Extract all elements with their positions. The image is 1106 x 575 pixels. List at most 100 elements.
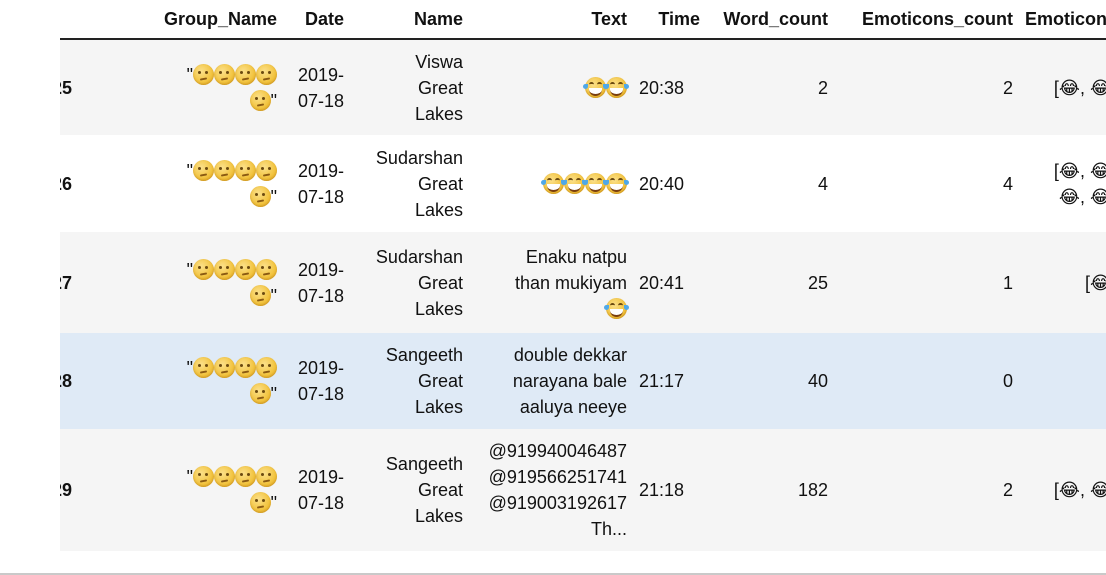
group-name-line: " xyxy=(126,257,277,283)
row-index-label: 29 xyxy=(60,480,73,500)
column-header-time: Time xyxy=(633,0,706,40)
table-row[interactable]: 27 "" 2019- 07-18 Sudarshan Great Lakes Enaku n… xyxy=(60,232,1106,333)
column-header-date: Date xyxy=(283,0,350,40)
tear-left xyxy=(604,179,609,185)
table-row[interactable]: 26""2019-07-18SudarshanGreatLakes20:4044… xyxy=(60,135,1106,232)
thinking-face-icon xyxy=(214,159,235,181)
cell-date: 2019- 07-18 xyxy=(283,232,350,333)
tear-left xyxy=(562,179,567,185)
table-row[interactable]: 28""2019-07-18SangeethGreatLakesdouble d… xyxy=(60,333,1106,429)
thinking-face-icon xyxy=(256,466,277,487)
thinking-face-icon xyxy=(249,185,271,207)
eye-right xyxy=(597,177,602,183)
table-row[interactable]: 29""2019-07-18SangeethGreatLakes@9199400… xyxy=(60,429,1106,551)
cell-emoticons: [😂, 😂] xyxy=(1019,39,1106,135)
thinking-face-icon xyxy=(193,159,214,181)
thinking-face-icon xyxy=(214,466,235,487)
text-line: narayana bale xyxy=(512,371,627,391)
thinking-face-icon xyxy=(249,492,271,513)
tear-left xyxy=(583,83,588,89)
thinking-face-icon xyxy=(249,284,271,306)
date-line: 2019- xyxy=(297,259,344,280)
eye-right xyxy=(618,302,623,308)
group-name-line: " xyxy=(126,184,277,210)
cell-emoticons-count: 0 xyxy=(834,333,1019,429)
face-with-tears-of-joy-icon xyxy=(604,297,629,319)
name-line: Sudarshan xyxy=(375,147,463,168)
tear-right xyxy=(624,304,629,310)
cell-emoticons: [😂, 😂] xyxy=(1019,429,1106,551)
cell-name: Viswa Great Lakes xyxy=(350,39,469,135)
date-line: 07-18 xyxy=(297,285,344,306)
tear-left xyxy=(583,179,588,185)
cell-date: 2019- 07-18 xyxy=(283,429,350,551)
cell-word-count: 182 xyxy=(706,429,834,551)
column-header-text: Text xyxy=(469,0,633,40)
emoticons-line: [😂] xyxy=(1084,272,1106,293)
name-line: Sangeeth xyxy=(385,345,463,365)
cell-date: 2019- 07-18 xyxy=(283,39,350,135)
cell-group-name: " " xyxy=(120,135,283,232)
thinking-face-icon xyxy=(256,63,277,85)
eye-right xyxy=(618,81,623,87)
row-index: 28 xyxy=(60,333,120,429)
face-with-tears-of-joy-icon xyxy=(583,172,608,194)
face-with-tears-of-joy-icon xyxy=(604,76,629,98)
cell-date: 2019- 07-18 xyxy=(283,135,350,232)
cell-group-name: " " xyxy=(120,429,283,551)
text-emoji-line xyxy=(475,75,629,101)
cell-word-count: 4 xyxy=(706,135,834,232)
cell-name: Sangeeth Great Lakes xyxy=(350,333,469,429)
cell-time: 21:17 xyxy=(633,333,706,429)
cell-emoticons-count: 2 xyxy=(834,39,1019,135)
thinking-face-icon xyxy=(193,357,214,378)
name-line: Sangeeth xyxy=(385,454,463,474)
date-line: 2019- xyxy=(297,64,344,85)
emoticons-line: [] xyxy=(1025,368,1106,394)
text-line: than mukiyam xyxy=(514,272,627,293)
cell-emoticons-count: 1 xyxy=(834,232,1019,333)
cell-date: 2019- 07-18 xyxy=(283,333,350,429)
text-line: @919566251741 xyxy=(488,467,627,487)
row-index: 25 xyxy=(60,39,120,135)
cell-text: double dekkar narayana bale aaluya neeye xyxy=(469,333,633,429)
column-header-emoticons: Emoticons xyxy=(1019,0,1106,40)
date-line: 07-18 xyxy=(297,384,344,404)
face-with-tears-of-joy-icon xyxy=(583,76,608,98)
name-line: Great xyxy=(417,77,463,98)
thinking-face-icon xyxy=(249,383,271,404)
cell-time: 20:41 xyxy=(633,232,706,333)
date-line: 2019- xyxy=(297,467,344,487)
date-line: 07-18 xyxy=(297,493,344,513)
cell-emoticons-count: 4 xyxy=(834,135,1019,232)
group-name-line: " xyxy=(126,62,277,88)
face-with-tears-of-joy-icon xyxy=(562,172,587,194)
name-line: Viswa xyxy=(415,51,463,72)
name-line: Sudarshan xyxy=(375,246,463,267)
quote-close: " xyxy=(270,493,277,513)
cell-name: Sudarshan Great Lakes xyxy=(350,232,469,333)
face-with-tears-of-joy-icon xyxy=(541,172,566,194)
column-header-group-name: Group_Name xyxy=(120,0,283,40)
cell-name: Sudarshan Great Lakes xyxy=(350,135,469,232)
text-line: Th... xyxy=(590,519,627,539)
thinking-face-icon xyxy=(235,357,256,378)
table-row[interactable]: 25""2019-07-18ViswaGreatLakes20:3822[😂, … xyxy=(60,39,1106,135)
name-line: Lakes xyxy=(414,199,463,220)
face-with-tears-of-joy-icon xyxy=(604,172,629,194)
dataframe-output: Group_Name Date Name Text Time Word_coun… xyxy=(0,0,1106,575)
dataframe-table: Group_Name Date Name Text Time Word_coun… xyxy=(60,0,1106,551)
text-line: Enaku natpu xyxy=(525,246,627,267)
thinking-face-icon xyxy=(235,63,256,85)
group-name-line: " xyxy=(126,381,277,407)
date-line: 07-18 xyxy=(297,90,344,111)
text-line: aaluya neeye xyxy=(519,397,627,417)
column-header-word-count: Word_count xyxy=(706,0,834,40)
group-name-line: " xyxy=(126,88,277,114)
emoticons-line: [😂, 😂] xyxy=(1053,480,1106,500)
thinking-face-icon xyxy=(214,357,235,378)
thinking-face-icon xyxy=(249,89,271,111)
thinking-face-icon xyxy=(256,159,277,181)
eye-right xyxy=(555,177,560,183)
tear-right xyxy=(624,179,629,185)
